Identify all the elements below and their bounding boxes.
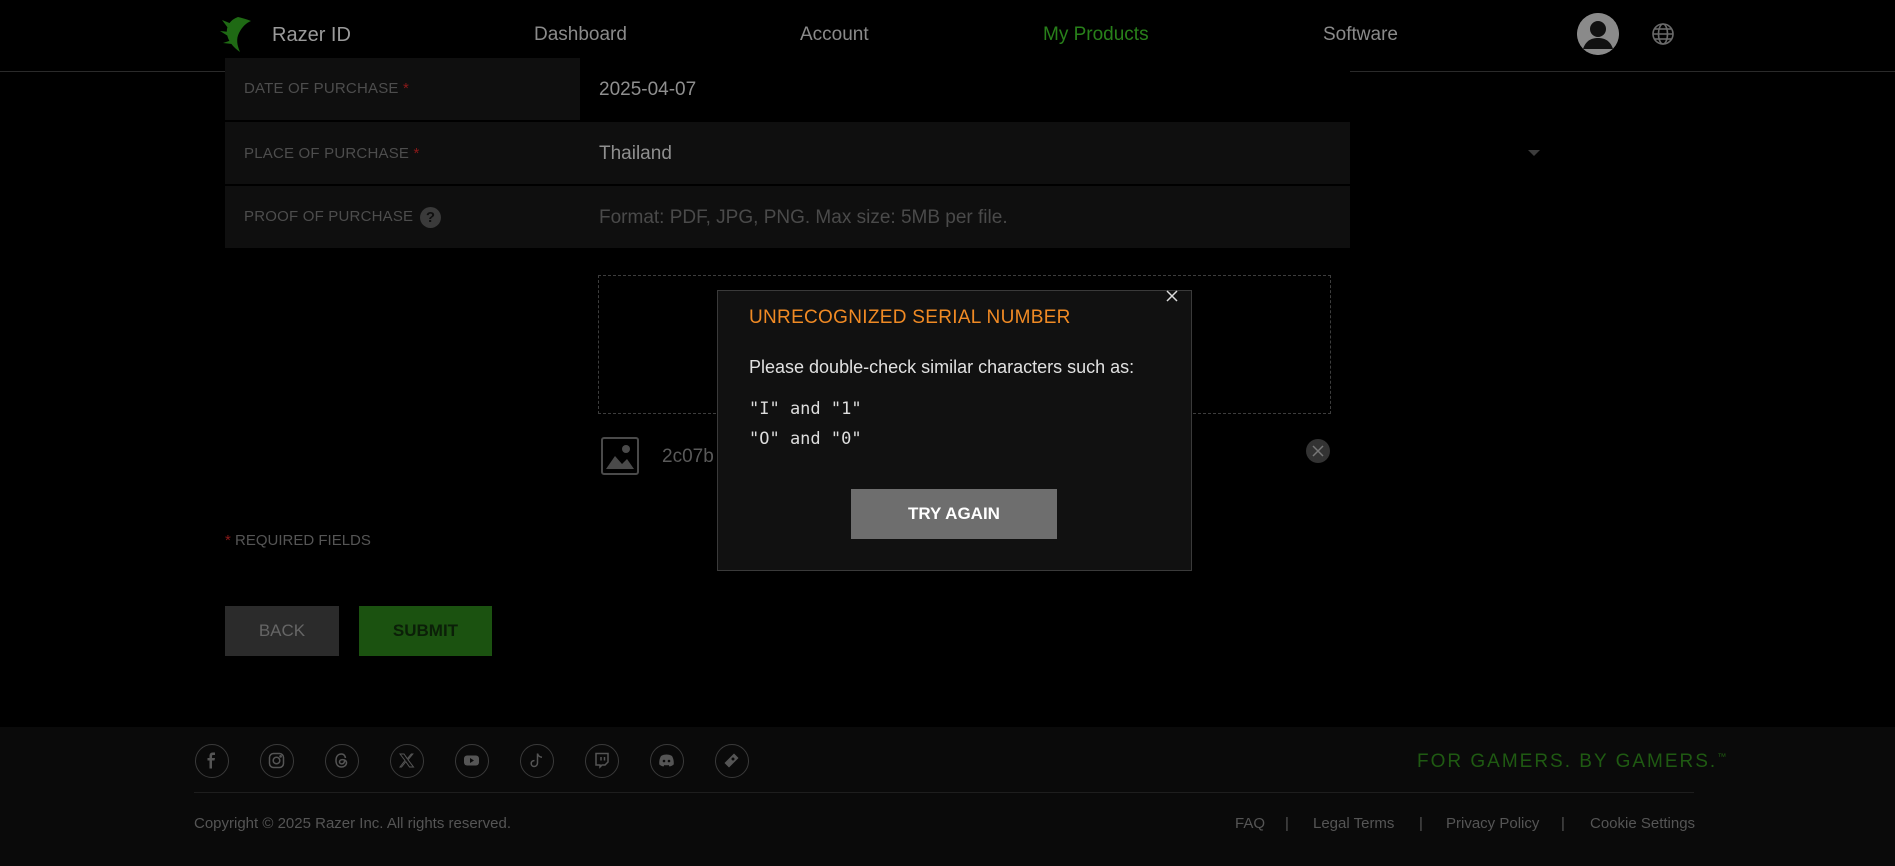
x-link[interactable] xyxy=(390,744,424,778)
footer-link-faq[interactable]: FAQ xyxy=(1235,815,1265,832)
footer-link-cookie-settings[interactable]: Cookie Settings xyxy=(1590,815,1695,832)
brand-name[interactable]: Razer ID xyxy=(272,24,351,47)
facebook-link[interactable] xyxy=(195,744,229,778)
razer-logo-icon[interactable] xyxy=(218,14,258,56)
required-mark: * xyxy=(413,145,420,162)
globe-icon[interactable] xyxy=(1651,22,1675,46)
copyright: Copyright © 2025 Razer Inc. All rights r… xyxy=(194,815,512,832)
help-icon[interactable]: ? xyxy=(420,207,441,228)
youtube-link[interactable] xyxy=(455,744,489,778)
place-of-purchase-row[interactable]: PLACE OF PURCHASE * Thailand xyxy=(225,122,1540,184)
close-icon[interactable] xyxy=(1161,285,1183,307)
footer-separator: | xyxy=(1419,815,1423,832)
footer-link-legal-terms[interactable]: Legal Terms xyxy=(1313,815,1394,832)
place-label: PLACE OF PURCHASE xyxy=(244,145,410,162)
close-icon xyxy=(1312,445,1324,457)
nav-dashboard[interactable]: Dashboard xyxy=(534,24,627,46)
remove-file-button[interactable] xyxy=(1306,439,1330,463)
instagram-link[interactable] xyxy=(260,744,294,778)
nav-software[interactable]: Software xyxy=(1323,24,1398,46)
razer-gold-icon xyxy=(724,753,739,768)
youtube-icon xyxy=(464,755,479,766)
tiktok-icon xyxy=(530,753,543,768)
unrecognized-serial-dialog: UNRECOGNIZED SERIAL NUMBER Please double… xyxy=(717,290,1192,571)
tagline: FOR GAMERS. BY GAMERS.™ xyxy=(1417,751,1727,772)
tiktok-link[interactable] xyxy=(520,744,554,778)
razer-gold-link[interactable] xyxy=(715,744,749,778)
submit-button[interactable]: SUBMIT xyxy=(359,606,492,656)
date-of-purchase-row: DATE OF PURCHASE * 2025-04-07 xyxy=(225,58,1350,120)
proof-hint: Format: PDF, JPG, PNG. Max size: 5MB per… xyxy=(599,207,1008,228)
required-fields-note: * REQUIRED FIELDS xyxy=(225,532,371,549)
discord-icon xyxy=(659,754,674,767)
nav-account[interactable]: Account xyxy=(800,24,869,46)
facebook-icon xyxy=(207,752,215,769)
footer-link-privacy-policy[interactable]: Privacy Policy xyxy=(1446,815,1539,832)
x-icon xyxy=(398,753,415,768)
try-again-button[interactable]: TRY AGAIN xyxy=(851,489,1057,539)
dialog-message: Please double-check similar characters s… xyxy=(749,357,1135,377)
uploaded-file-name: 2c07b xyxy=(662,446,714,467)
footer-separator: | xyxy=(1561,815,1565,832)
instagram-icon xyxy=(268,752,285,769)
twitch-link[interactable] xyxy=(585,744,619,778)
proof-of-purchase-row: PROOF OF PURCHASE ? Format: PDF, JPG, PN… xyxy=(225,186,1350,248)
avatar[interactable] xyxy=(1577,13,1619,55)
threads-icon xyxy=(335,753,348,768)
required-mark: * xyxy=(402,80,410,97)
similar-chars-line-1: "I" and "1" xyxy=(749,399,862,419)
user-icon xyxy=(1577,13,1619,55)
place-select-value[interactable]: Thailand xyxy=(599,143,672,165)
footer-divider xyxy=(194,792,1694,793)
proof-label: PROOF OF PURCHASE xyxy=(244,208,414,225)
date-label: DATE OF PURCHASE xyxy=(244,80,399,97)
threads-link[interactable] xyxy=(325,744,359,778)
similar-chars-line-2: "O" and "0" xyxy=(749,429,862,449)
footer: FOR GAMERS. BY GAMERS.™ Copyright © 2025… xyxy=(0,727,1895,866)
twitch-icon xyxy=(595,752,609,769)
back-button[interactable]: BACK xyxy=(225,606,339,656)
chevron-down-icon[interactable] xyxy=(1528,150,1540,156)
nav-my-products[interactable]: My Products xyxy=(1043,24,1149,46)
image-file-icon xyxy=(601,437,639,475)
dialog-title: UNRECOGNIZED SERIAL NUMBER xyxy=(749,307,1071,328)
date-value: 2025-04-07 xyxy=(599,79,697,100)
discord-link[interactable] xyxy=(650,744,684,778)
footer-separator: | xyxy=(1285,815,1289,832)
